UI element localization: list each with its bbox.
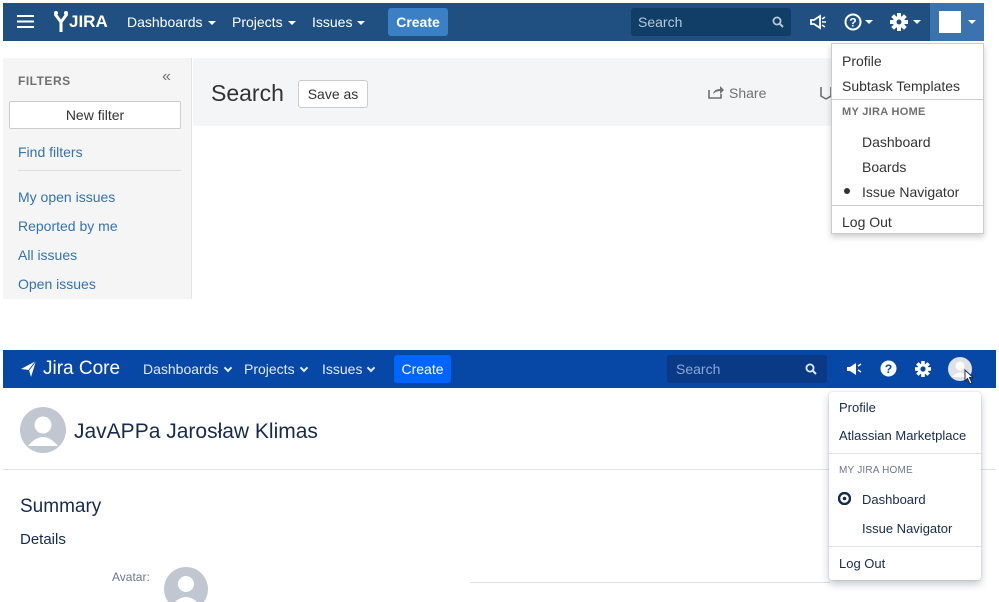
menu-item-home-dashboard[interactable]: Dashboard	[862, 492, 926, 507]
search-placeholder: Search	[676, 361, 721, 377]
sidebar-item-open-issues[interactable]: Open issues	[18, 276, 96, 292]
details-heading: Details	[20, 531, 66, 548]
nav-issues[interactable]: Issues	[322, 350, 376, 388]
share-icon	[708, 85, 724, 99]
user-display-name: JavAPPa Jarosław Klimas	[74, 420, 318, 443]
menu-item-home-boards[interactable]: Boards	[862, 159, 906, 175]
jira-core-panel: Jira Core Dashboards Projects Issues Cre…	[3, 350, 996, 602]
nav-issues[interactable]: Issues	[312, 3, 366, 41]
menu-divider	[829, 546, 981, 547]
help-icon[interactable]: ?	[844, 12, 874, 32]
nav-projects[interactable]: Projects	[244, 350, 308, 388]
notifications-megaphone-icon[interactable]	[846, 361, 862, 377]
help-icon[interactable]: ?	[880, 360, 897, 377]
share-button[interactable]: Share	[708, 85, 767, 101]
nav-issues-label: Issues	[322, 361, 363, 377]
chevron-down-icon	[367, 363, 376, 373]
page-title: Search	[211, 80, 284, 106]
svg-text:?: ?	[849, 16, 856, 30]
avatar	[939, 11, 961, 33]
search-icon	[772, 16, 784, 28]
sidebar-item-my-open-issues[interactable]: My open issues	[18, 189, 115, 205]
user-avatar-button[interactable]	[930, 3, 984, 41]
nav-dashboards-label: Dashboards	[143, 361, 219, 377]
nav-dashboards[interactable]: Dashboards	[143, 350, 232, 388]
summary-heading: Summary	[20, 496, 102, 517]
menu-item-logout[interactable]: Log Out	[842, 214, 892, 230]
top-navigation-bar: JIRA Dashboards Projects Issues Create S…	[3, 3, 984, 41]
filters-sidebar: FILTERS « New filter Find filters My ope…	[3, 58, 192, 299]
menu-item-profile[interactable]: Profile	[842, 53, 882, 69]
selected-radio-icon	[838, 492, 851, 505]
nav-projects-label: Projects	[232, 14, 283, 30]
old-jira-panel: JIRA Dashboards Projects Issues Create S…	[3, 3, 984, 299]
nav-issues-label: Issues	[312, 14, 353, 30]
my-jira-home-heading: MY JIRA HOME	[842, 106, 926, 118]
menu-item-home-issue-navigator[interactable]: Issue Navigator	[862, 521, 952, 536]
search-input[interactable]: Search	[667, 355, 827, 383]
sidebar-item-reported-by-me[interactable]: Reported by me	[18, 218, 118, 234]
search-input[interactable]: Search	[631, 8, 791, 36]
filters-heading: FILTERS	[18, 74, 71, 88]
menu-divider	[829, 453, 981, 454]
chevron-down-icon	[223, 363, 232, 373]
search-placeholder: Search	[638, 14, 683, 30]
nav-dashboards-label: Dashboards	[127, 14, 203, 30]
logo-text[interactable]: JIRA	[69, 3, 108, 41]
menu-divider	[832, 99, 983, 100]
user-avatar-button[interactable]	[947, 356, 979, 388]
settings-gear-icon[interactable]	[890, 12, 922, 32]
sidebar-divider	[18, 170, 181, 171]
new-filter-button[interactable]: New filter	[9, 101, 181, 129]
svg-text:?: ?	[885, 362, 892, 376]
caret-down-icon	[357, 21, 366, 26]
top-navigation-bar: Jira Core Dashboards Projects Issues Cre…	[3, 350, 996, 388]
chevron-down-icon	[299, 363, 308, 373]
menu-item-logout[interactable]: Log Out	[839, 556, 885, 571]
user-dropdown-menu: Profile Atlassian Marketplace MY JIRA HO…	[829, 392, 981, 580]
search-icon	[805, 363, 817, 375]
create-button[interactable]: Create	[388, 8, 448, 36]
hamburger-menu-icon[interactable]	[17, 14, 34, 29]
settings-gear-icon[interactable]	[914, 360, 932, 378]
details-avatar-image[interactable]	[163, 566, 209, 602]
share-label: Share	[729, 85, 767, 101]
selected-bullet-icon	[844, 188, 850, 194]
save-as-button[interactable]: Save as	[298, 80, 368, 108]
user-avatar	[19, 406, 67, 454]
jira-logo-icon[interactable]	[53, 10, 69, 34]
avatar-label: Avatar:	[112, 570, 150, 584]
menu-divider	[832, 205, 983, 206]
jira-core-logo-icon[interactable]	[20, 359, 38, 379]
nav-projects[interactable]: Projects	[232, 3, 296, 41]
menu-item-home-issue-navigator[interactable]: Issue Navigator	[862, 184, 959, 200]
caret-down-icon	[968, 20, 976, 24]
caret-down-icon	[207, 21, 216, 26]
menu-item-profile[interactable]: Profile	[839, 400, 876, 415]
megaphone-icon[interactable]	[809, 13, 827, 31]
nav-projects-label: Projects	[244, 361, 295, 377]
menu-item-atlassian-marketplace[interactable]: Atlassian Marketplace	[839, 428, 966, 443]
user-dropdown-menu: Profile Subtask Templates MY JIRA HOME D…	[831, 43, 984, 234]
create-button[interactable]: Create	[394, 355, 451, 383]
collapse-sidebar-icon[interactable]: «	[162, 68, 171, 86]
menu-item-home-dashboard[interactable]: Dashboard	[862, 134, 931, 150]
sidebar-item-all-issues[interactable]: All issues	[18, 247, 77, 263]
logo-text[interactable]: Jira Core	[43, 350, 120, 388]
find-filters-link[interactable]: Find filters	[18, 144, 83, 160]
caret-down-icon	[287, 21, 296, 26]
nav-dashboards[interactable]: Dashboards	[127, 3, 216, 41]
menu-item-subtask-templates[interactable]: Subtask Templates	[842, 78, 960, 94]
details-divider	[470, 582, 830, 583]
my-jira-home-heading: MY JIRA HOME	[839, 465, 913, 476]
